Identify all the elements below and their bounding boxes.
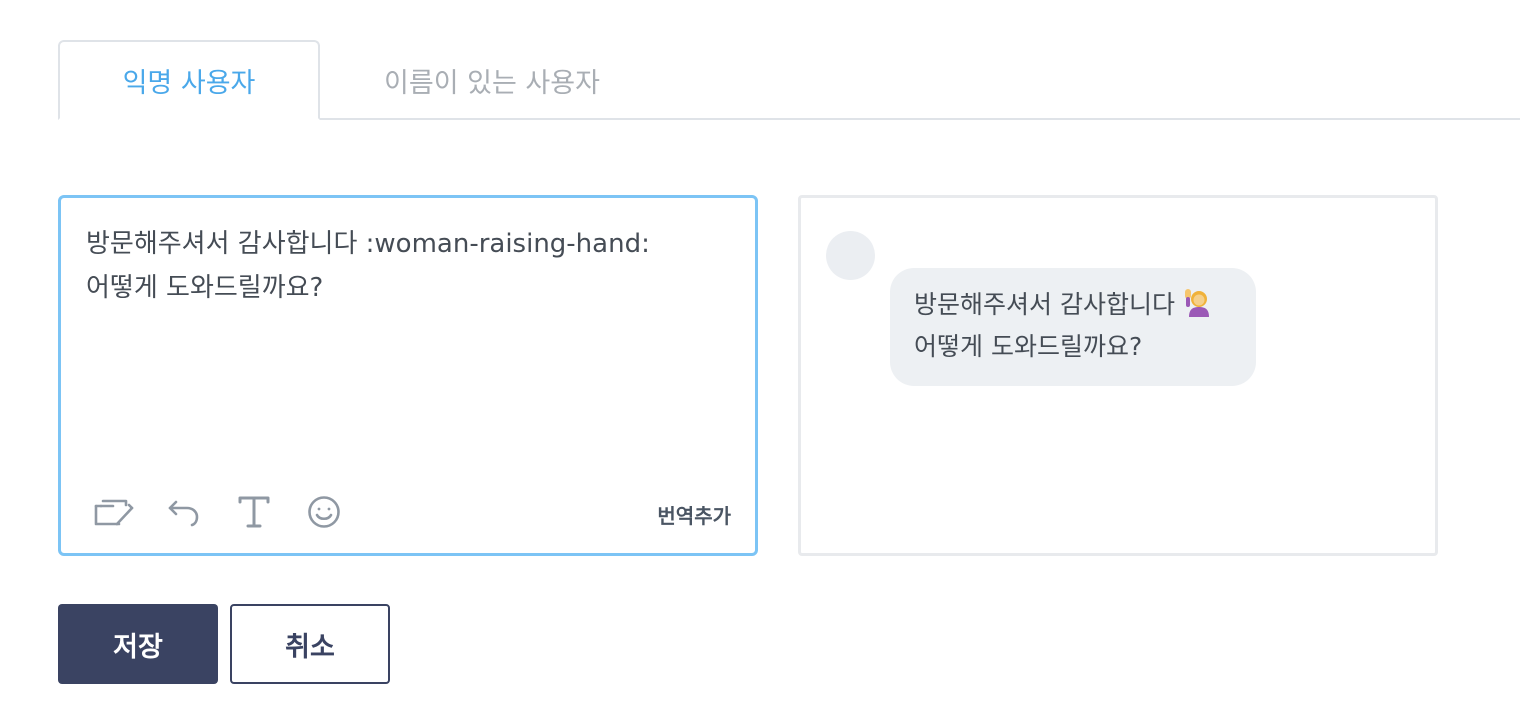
emoji-icon[interactable] <box>301 489 347 535</box>
preview-line-2: 어떻게 도와드릴까요? <box>914 332 1143 361</box>
add-translation-button[interactable]: 번역추가 <box>657 500 731 529</box>
text-format-icon[interactable] <box>231 489 277 535</box>
editor-toolbar <box>91 489 347 535</box>
message-editor[interactable]: 방문해주셔서 감사합니다 :woman-raising-hand: 어떻게 도와… <box>58 195 758 556</box>
cancel-button[interactable]: 취소 <box>230 604 390 684</box>
avatar <box>826 231 875 280</box>
tab-named-user-label: 이름이 있는 사용자 <box>384 67 600 99</box>
message-preview: 방문해주셔서 감사합니다 어떻게 도와드릴까요? <box>798 195 1438 556</box>
audience-tabs: 익명 사용자 이름이 있는 사용자 <box>58 40 1520 120</box>
message-input[interactable]: 방문해주셔서 감사합니다 :woman-raising-hand: 어떻게 도와… <box>86 222 726 310</box>
tab-named-user[interactable]: 이름이 있는 사용자 <box>320 40 664 120</box>
save-button[interactable]: 저장 <box>58 604 218 684</box>
tab-anonymous-user-label: 익명 사용자 <box>122 67 256 99</box>
template-icon[interactable] <box>91 489 137 535</box>
preview-message-bubble: 방문해주셔서 감사합니다 어떻게 도와드릴까요? <box>890 268 1256 386</box>
woman-raising-hand-icon <box>1181 287 1211 328</box>
undo-icon[interactable] <box>161 489 207 535</box>
preview-line-1: 방문해주셔서 감사합니다 <box>914 290 1175 319</box>
tab-anonymous-user[interactable]: 익명 사용자 <box>58 40 320 120</box>
